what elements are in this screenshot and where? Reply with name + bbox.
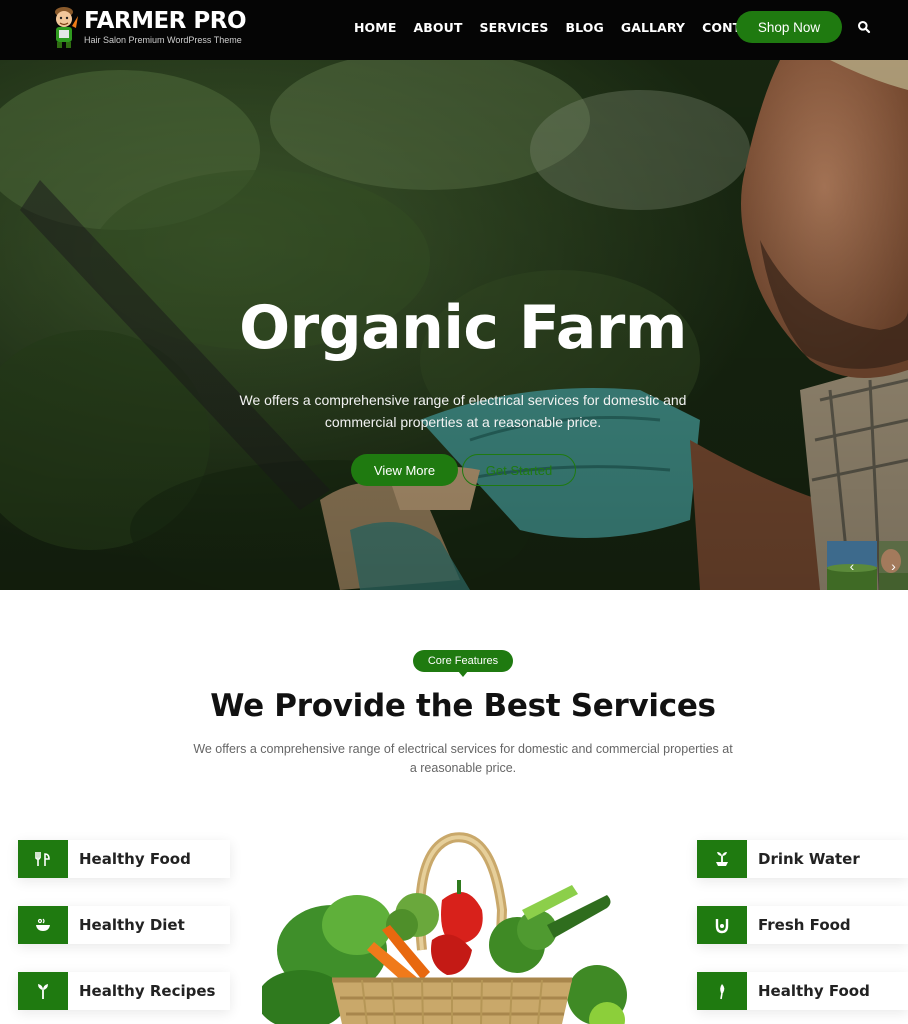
feature-healthy-food[interactable]: Healthy Food [18, 840, 230, 878]
badge-pointer [458, 671, 468, 677]
feature-fresh-food[interactable]: Fresh Food [697, 906, 908, 944]
feature-label: Fresh Food [758, 916, 851, 934]
hero-title: Organic Farm [239, 293, 687, 363]
cutlery-icon [18, 840, 68, 878]
nav-gallary[interactable]: GALLARY [621, 20, 685, 35]
feature-healthy-food-2[interactable]: Healthy Food [697, 972, 908, 1010]
feature-label: Healthy Diet [79, 916, 185, 934]
vegetable-basket-image [262, 832, 627, 1024]
feature-label: Healthy Food [758, 982, 870, 1000]
nav-blog[interactable]: BLOG [566, 20, 604, 35]
site-header: FARMER PRO Hair Salon Premium WordPress … [0, 0, 908, 60]
leaf-icon [697, 972, 747, 1010]
feature-label: Healthy Food [79, 850, 191, 868]
recipe-icon [18, 972, 68, 1010]
logo[interactable]: FARMER PRO Hair Salon Premium WordPress … [48, 4, 247, 50]
section-title: We Provide the Best Services [210, 688, 716, 724]
hero-description: We offers a comprehensive range of elect… [239, 392, 687, 430]
horseshoe-icon [697, 906, 747, 944]
get-started-button[interactable]: Get Started [462, 454, 576, 486]
farmer-mascot-icon [55, 7, 78, 48]
view-more-button[interactable]: View More [351, 454, 458, 486]
feature-healthy-recipes[interactable]: Healthy Recipes [18, 972, 230, 1010]
nav-services[interactable]: SERVICES [479, 20, 548, 35]
section-description: We offers a comprehensive range of elect… [193, 742, 733, 775]
feature-healthy-diet[interactable]: Healthy Diet [18, 906, 230, 944]
nav-about[interactable]: ABOUT [413, 20, 462, 35]
chevron-right-icon[interactable]: › [879, 541, 908, 590]
page: FARMER PRO Hair Salon Premium WordPress … [0, 0, 908, 1024]
search-icon[interactable] [857, 20, 871, 34]
plant-icon [697, 840, 747, 878]
slide-thumbnail-prev[interactable]: ‹ [827, 541, 877, 590]
slide-thumbnail-next[interactable]: › [879, 541, 908, 590]
logo-title: FARMER PRO [84, 8, 247, 34]
section-badge: Core Features [413, 650, 513, 672]
logo-tagline: Hair Salon Premium WordPress Theme [84, 35, 242, 45]
nav-home[interactable]: HOME [354, 20, 396, 35]
feature-drink-water[interactable]: Drink Water [697, 840, 908, 878]
feature-label: Drink Water [758, 850, 860, 868]
main-nav: HOME ABOUT SERVICES BLOG GALLARY CONTACT [354, 0, 785, 54]
bowl-icon [18, 906, 68, 944]
shop-now-button[interactable]: Shop Now [736, 11, 842, 43]
hero-slider: Organic Farm We offers a comprehensive r… [0, 60, 908, 590]
chevron-left-icon[interactable]: ‹ [827, 541, 877, 590]
feature-label: Healthy Recipes [79, 982, 216, 1000]
